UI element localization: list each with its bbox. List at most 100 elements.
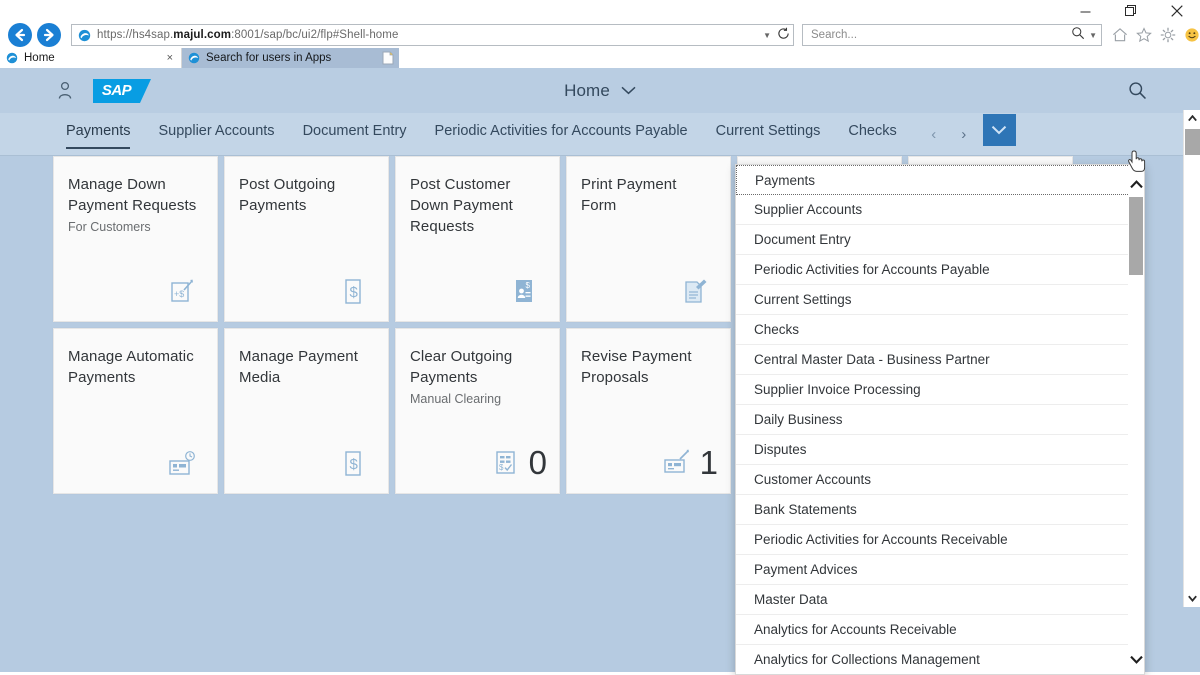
gear-icon[interactable] <box>1159 27 1176 44</box>
tabstrip-overflow-toggle[interactable] <box>982 114 1016 146</box>
browser-tab-home[interactable]: Home × <box>0 48 182 68</box>
dropdown-item-master-data[interactable]: Master Data <box>736 585 1130 615</box>
tab-document-entry[interactable]: Document Entry <box>303 113 407 155</box>
dropdown-item-document-entry[interactable]: Document Entry <box>736 225 1130 255</box>
tile-footer: $ 0 <box>492 446 547 479</box>
tab-checks[interactable]: Checks <box>848 113 896 155</box>
new-tab-button[interactable] <box>377 48 399 68</box>
dropdown-item-payment-advices[interactable]: Payment Advices <box>736 555 1130 585</box>
browser-search-box[interactable]: Search... ▼ <box>802 24 1102 46</box>
svg-text:+$: +$ <box>174 289 184 299</box>
dropdown-item-label: Checks <box>754 322 800 337</box>
tile-subtitle: For Customers <box>68 220 151 234</box>
dropdown-item-label: Periodic Activities for Accounts Receiva… <box>754 532 1008 547</box>
tile-revise-payment-proposals[interactable]: Revise Payment Proposals 1 <box>566 328 731 494</box>
catalog-tabstrip: Payments Supplier Accounts Document Entr… <box>0 113 1200 156</box>
tile-manage-automatic-payments[interactable]: Manage Automatic Payments <box>53 328 218 494</box>
browser-tab-search-users[interactable]: Search for users in Apps <box>182 48 377 68</box>
dropdown-item-periodic-activities-ar[interactable]: Periodic Activities for Accounts Receiva… <box>736 525 1130 555</box>
dropdown-item-central-master-data[interactable]: Central Master Data - Business Partner <box>736 345 1130 375</box>
page-title: Home <box>564 80 610 100</box>
scroll-down-icon[interactable] <box>1128 650 1144 668</box>
tile-print-payment-form[interactable]: Print Payment Form <box>566 156 731 322</box>
dropdown-item-label: Payments <box>755 172 816 188</box>
tile-footer: 1 <box>663 446 718 479</box>
smiley-icon[interactable] <box>1183 27 1200 44</box>
dropdown-item-analytics-collections[interactable]: Analytics for Collections Management <box>736 645 1130 674</box>
tab-supplier-accounts[interactable]: Supplier Accounts <box>158 113 274 155</box>
tile-post-customer-down-payment-requests[interactable]: Post Customer Down Payment Requests $ <box>395 156 560 322</box>
browser-navigation-row: https://hs4sap.majul.com:8001/sap/bc/ui2… <box>0 22 1200 48</box>
dropdown-item-customer-accounts[interactable]: Customer Accounts <box>736 465 1130 495</box>
minimize-button[interactable] <box>1062 0 1108 22</box>
star-icon[interactable] <box>1135 27 1152 44</box>
tile-footer <box>168 449 205 479</box>
shell-search-icon[interactable] <box>1126 80 1148 102</box>
browser-command-icons <box>1111 27 1200 44</box>
tab-label: Current Settings <box>715 123 821 139</box>
tabstrip-prev-arrow[interactable]: ‹ <box>919 113 949 155</box>
search-icon[interactable] <box>1071 26 1085 45</box>
dropdown-scrollbar[interactable] <box>1128 165 1144 674</box>
dropdown-item-disputes[interactable]: Disputes <box>736 435 1130 465</box>
close-tab-icon[interactable]: × <box>167 52 173 64</box>
sap-logo[interactable]: SAP <box>93 78 151 103</box>
edge-favicon-icon <box>6 52 18 64</box>
browser-chrome: https://hs4sap.majul.com:8001/sap/bc/ui2… <box>0 0 1200 68</box>
dropdown-item-supplier-accounts[interactable]: Supplier Accounts <box>736 195 1130 225</box>
tile-manage-payment-media[interactable]: Manage Payment Media $ <box>224 328 389 494</box>
scroll-up-icon[interactable] <box>1184 110 1200 127</box>
tile-post-outgoing-payments[interactable]: Post Outgoing Payments $ <box>224 156 389 322</box>
tabstrip-next-arrow[interactable]: › <box>949 113 979 155</box>
tile-clear-outgoing-payments[interactable]: Clear Outgoing Payments Manual Clearing … <box>395 328 560 494</box>
tile-footer: $ <box>339 277 376 307</box>
tile-title: Print Payment Form <box>581 176 677 214</box>
close-window-button[interactable] <box>1154 0 1200 22</box>
tab-current-settings[interactable]: Current Settings <box>716 113 821 155</box>
home-icon[interactable] <box>1111 27 1128 44</box>
dropdown-item-supplier-invoice-processing[interactable]: Supplier Invoice Processing <box>736 375 1130 405</box>
back-arrow-icon[interactable] <box>8 23 32 47</box>
dropdown-item-label: Daily Business <box>754 412 843 427</box>
search-provider-dropdown-icon[interactable]: ▼ <box>1089 31 1097 40</box>
tile-manage-down-payment-requests-customers[interactable]: Manage Down Payment Requests For Custome… <box>53 156 218 322</box>
sap-logo-text: SAP <box>101 82 132 99</box>
dropdown-item-bank-statements[interactable]: Bank Statements <box>736 495 1130 525</box>
dropdown-item-analytics-ar[interactable]: Analytics for Accounts Receivable <box>736 615 1130 645</box>
dropdown-item-checks[interactable]: Checks <box>736 315 1130 345</box>
forward-arrow-icon[interactable] <box>37 23 61 47</box>
refresh-icon[interactable] <box>777 27 790 43</box>
tile-footer: $ <box>510 277 547 307</box>
tabstrip-arrows: ‹ › <box>919 113 979 155</box>
svg-text:$: $ <box>350 284 359 301</box>
request-edit-dollar-icon: +$ <box>168 277 196 307</box>
tab-label: Periodic Activities for Accounts Payable <box>434 123 688 139</box>
tab-payments[interactable]: Payments <box>66 113 131 155</box>
address-bar[interactable]: https://hs4sap.majul.com:8001/sap/bc/ui2… <box>71 24 794 46</box>
tile-title: Manage Automatic Payments <box>68 348 194 386</box>
dropdown-item-periodic-activities-ap[interactable]: Periodic Activities for Accounts Payable <box>736 255 1130 285</box>
scroll-down-icon[interactable] <box>1184 590 1200 607</box>
catalog-overflow-dropdown[interactable]: Payments Supplier Accounts Document Entr… <box>735 164 1145 675</box>
page-scrollbar[interactable] <box>1183 110 1200 607</box>
user-avatar-icon[interactable] <box>56 81 74 101</box>
tab-periodic-activities-ap[interactable]: Periodic Activities for Accounts Payable <box>435 113 688 155</box>
maximize-restore-button[interactable] <box>1108 0 1154 22</box>
tile-title: Post Customer Down Payment Requests <box>410 176 513 235</box>
scrollbar-thumb[interactable] <box>1129 197 1143 275</box>
tile-title: Manage Payment Media <box>239 348 358 386</box>
scroll-up-icon[interactable] <box>1128 175 1144 193</box>
tile-title: Post Outgoing Payments <box>239 176 336 214</box>
scrollbar-thumb[interactable] <box>1185 129 1200 155</box>
customer-dollar-card-icon: $ <box>510 277 538 307</box>
dropdown-item-payments[interactable]: Payments <box>736 165 1130 195</box>
tab-label: Checks <box>848 123 897 139</box>
address-dropdown-icon[interactable]: ▼ <box>763 31 771 40</box>
chevron-down-icon[interactable] <box>621 82 636 100</box>
dropdown-item-current-settings[interactable]: Current Settings <box>736 285 1130 315</box>
dropdown-item-label: Supplier Invoice Processing <box>754 382 921 397</box>
payment-edit-icon <box>663 448 691 478</box>
svg-text:$: $ <box>526 281 531 290</box>
dropdown-item-label: Central Master Data - Business Partner <box>754 352 990 367</box>
dropdown-item-daily-business[interactable]: Daily Business <box>736 405 1130 435</box>
